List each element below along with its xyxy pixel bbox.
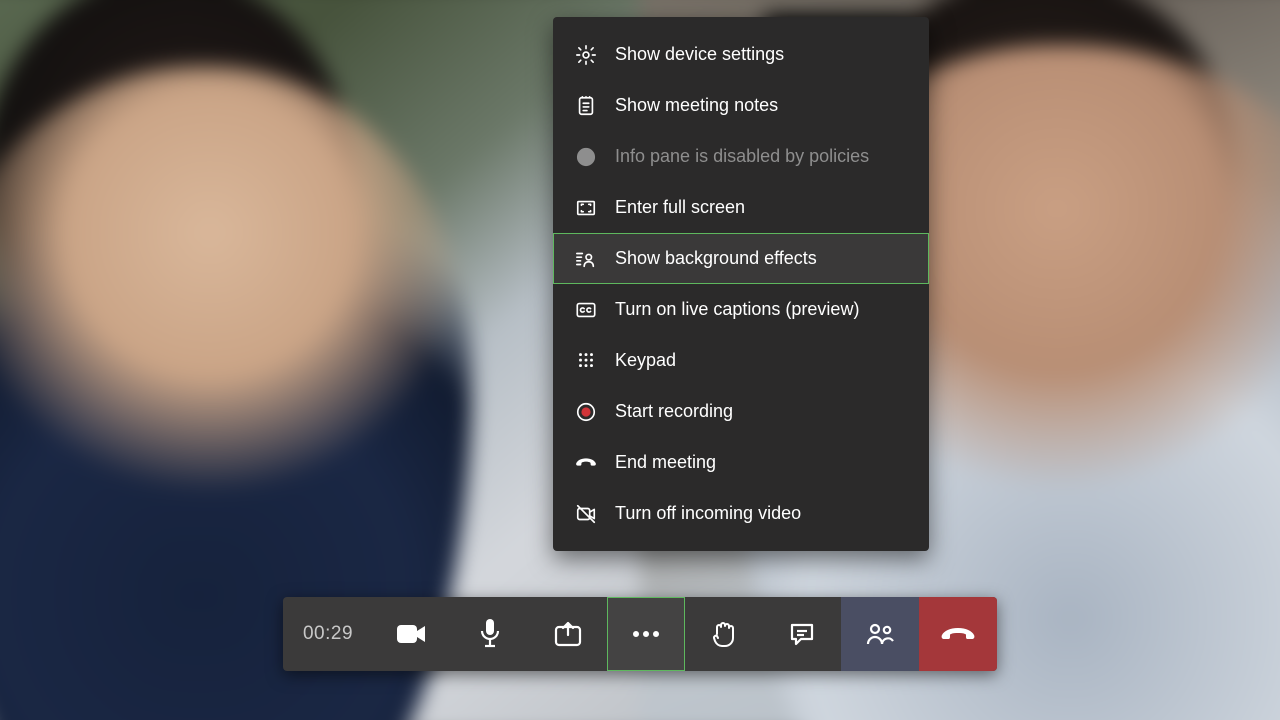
menu-item-live-captions[interactable]: Turn on live captions (preview): [553, 284, 929, 335]
menu-item-label: Enter full screen: [615, 197, 745, 218]
menu-item-label: Show background effects: [615, 248, 817, 269]
call-timer: 00:29: [283, 597, 373, 671]
camera-button[interactable]: [373, 597, 451, 671]
more-actions-menu: Show device settings Show meeting notes In…: [553, 17, 929, 551]
menu-item-label: Keypad: [615, 350, 676, 371]
bgfx-icon: [575, 248, 597, 270]
meeting-toolbar: 00:29: [283, 597, 997, 671]
novideo-icon: [575, 503, 597, 525]
endcall-icon: [575, 452, 597, 474]
microphone-button[interactable]: [451, 597, 529, 671]
menu-item-label: Start recording: [615, 401, 733, 422]
participants-button[interactable]: [841, 597, 919, 671]
fullscreen-icon: [575, 197, 597, 219]
video-call-stage: Show device settings Show meeting notes In…: [0, 0, 1280, 720]
menu-item-label: Info pane is disabled by policies: [615, 146, 869, 167]
more-actions-button[interactable]: [607, 597, 685, 671]
share-button[interactable]: [529, 597, 607, 671]
menu-item-incoming-video[interactable]: Turn off incoming video: [553, 488, 929, 539]
menu-item-label: Turn off incoming video: [615, 503, 801, 524]
record-icon: [575, 401, 597, 423]
chat-button[interactable]: [763, 597, 841, 671]
info-icon: [575, 146, 597, 168]
cc-icon: [575, 299, 597, 321]
menu-item-label: Show meeting notes: [615, 95, 778, 116]
menu-item-recording[interactable]: Start recording: [553, 386, 929, 437]
menu-item-label: End meeting: [615, 452, 716, 473]
menu-item-meeting-notes[interactable]: Show meeting notes: [553, 80, 929, 131]
call-timer-value: 00:29: [303, 623, 353, 645]
menu-item-label: Turn on live captions (preview): [615, 299, 859, 320]
raise-hand-button[interactable]: [685, 597, 763, 671]
notes-icon: [575, 95, 597, 117]
menu-item-info-pane: Info pane is disabled by policies: [553, 131, 929, 182]
menu-item-keypad[interactable]: Keypad: [553, 335, 929, 386]
menu-item-end-meeting[interactable]: End meeting: [553, 437, 929, 488]
gear-icon: [575, 44, 597, 66]
menu-item-fullscreen[interactable]: Enter full screen: [553, 182, 929, 233]
hang-up-button[interactable]: [919, 597, 997, 671]
keypad-icon: [575, 350, 597, 372]
menu-item-bg-effects[interactable]: Show background effects: [553, 233, 929, 284]
menu-item-device-settings[interactable]: Show device settings: [553, 29, 929, 80]
menu-item-label: Show device settings: [615, 44, 784, 65]
